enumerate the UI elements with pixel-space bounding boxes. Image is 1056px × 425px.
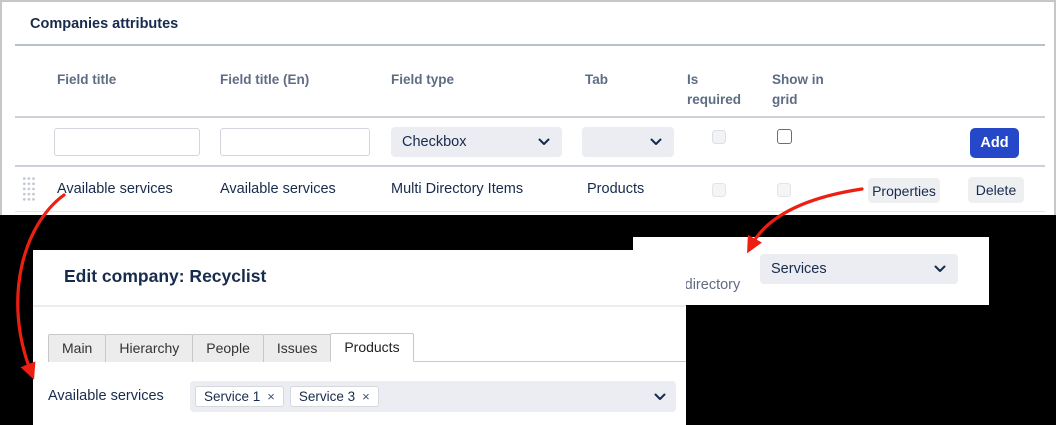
chip-label: Service 1 — [204, 389, 260, 404]
column-header-show-in-grid: Show in grid — [772, 70, 832, 110]
drag-handle-icon[interactable] — [22, 176, 36, 202]
delete-button[interactable]: Delete — [968, 177, 1024, 203]
chip-label: Service 3 — [299, 389, 355, 404]
column-header-is-required: Is required — [687, 70, 747, 110]
screenshot-root: Companies attributes Field title Field t… — [0, 0, 1056, 425]
is-required-checkbox-new[interactable] — [712, 130, 726, 144]
chevron-down-icon — [650, 138, 662, 146]
user-directory-selected-value: Services — [771, 261, 827, 277]
add-button[interactable]: Add — [970, 128, 1019, 158]
dialog-tab-bar: Main Hierarchy People Issues Products — [48, 333, 686, 362]
dialog-title-divider — [33, 305, 686, 307]
properties-popup: User directory Services — [633, 237, 989, 305]
chip-service-3: Service 3 × — [290, 386, 379, 407]
chevron-down-icon — [934, 265, 946, 273]
row-bottom-divider — [15, 211, 1045, 212]
chip-remove-icon[interactable]: × — [267, 390, 275, 403]
show-in-grid-checkbox-row[interactable] — [777, 183, 791, 197]
dialog-title: Edit company: Recyclist — [64, 266, 266, 287]
properties-button[interactable]: Properties — [868, 178, 940, 203]
chevron-down-icon — [654, 393, 666, 401]
cell-field-type: Multi Directory Items — [391, 181, 523, 197]
field-type-selected-value: Checkbox — [402, 134, 466, 150]
chip-remove-icon[interactable]: × — [362, 390, 370, 403]
tab-hierarchy[interactable]: Hierarchy — [105, 334, 193, 362]
tab-main[interactable]: Main — [48, 334, 106, 362]
edit-company-dialog: Edit company: Recyclist Main Hierarchy P… — [33, 250, 686, 425]
input-row-divider — [15, 165, 1045, 167]
selected-chips: Service 1 × Service 3 × — [195, 386, 654, 407]
tab-issues[interactable]: Issues — [263, 334, 331, 362]
column-header-field-title-en: Field title (En) — [220, 70, 360, 90]
is-required-checkbox-row[interactable] — [712, 183, 726, 197]
chip-service-1: Service 1 × — [195, 386, 284, 407]
companies-attributes-panel: Companies attributes Field title Field t… — [0, 0, 1056, 215]
cell-field-title-en: Available services — [220, 181, 336, 197]
available-services-multiselect[interactable]: Service 1 × Service 3 × — [190, 381, 676, 412]
available-services-label: Available services — [48, 388, 164, 404]
callout-canvas: User directory Services Edit company: Re… — [0, 215, 1056, 425]
column-header-field-type: Field type — [391, 70, 511, 90]
column-header-field-title: Field title — [57, 70, 177, 90]
header-row-divider — [15, 116, 1045, 118]
tab-select[interactable] — [582, 127, 674, 157]
chevron-down-icon — [538, 138, 550, 146]
field-title-en-input[interactable] — [220, 128, 370, 156]
user-directory-select[interactable]: Services — [760, 254, 958, 284]
column-header-tab: Tab — [585, 70, 645, 90]
cell-field-title: Available services — [57, 181, 173, 197]
tab-people[interactable]: People — [192, 334, 264, 362]
tab-products[interactable]: Products — [330, 333, 413, 362]
field-type-select[interactable]: Checkbox — [391, 127, 562, 157]
cell-tab: Products — [587, 181, 644, 197]
show-in-grid-checkbox-new[interactable] — [777, 129, 792, 144]
title-divider — [15, 44, 1045, 46]
table-title: Companies attributes — [30, 16, 178, 32]
field-title-input[interactable] — [54, 128, 200, 156]
